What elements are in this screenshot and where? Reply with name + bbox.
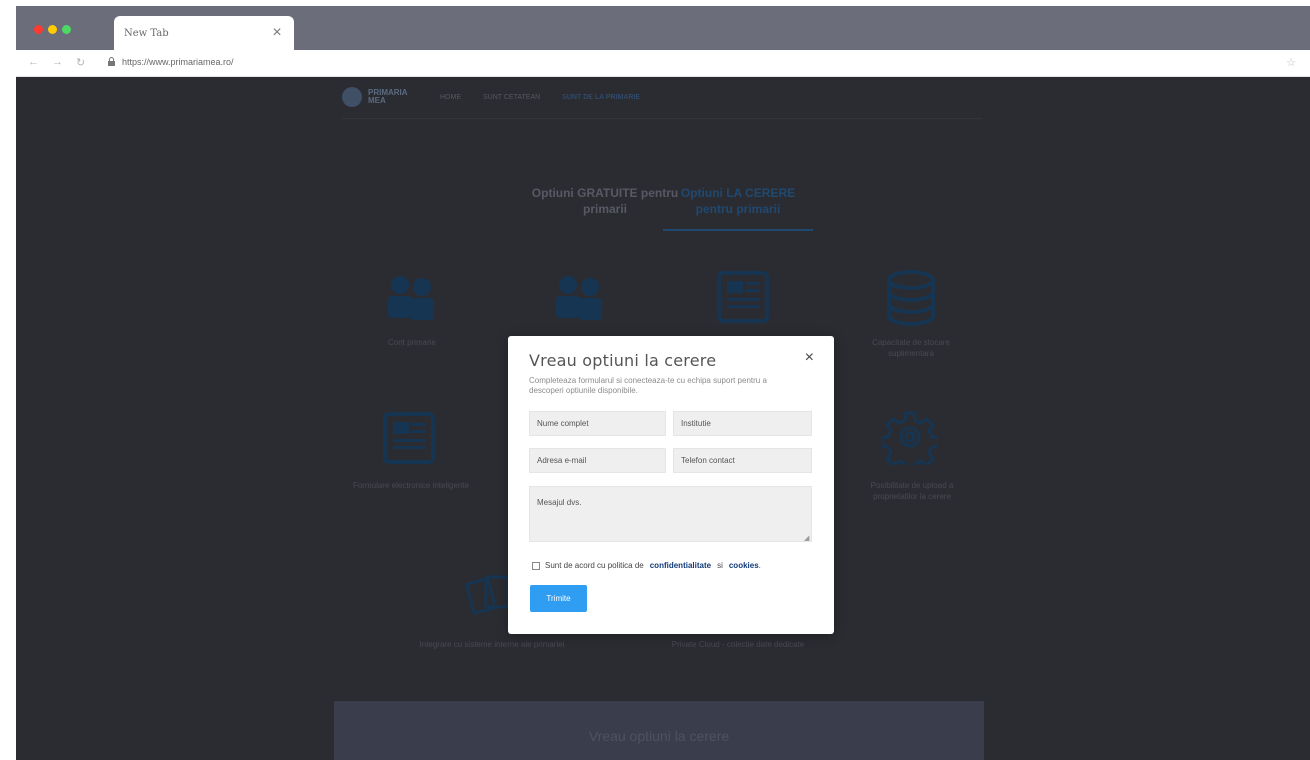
close-window-button[interactable] [34, 25, 43, 34]
submit-button[interactable]: Trimite [530, 585, 587, 612]
close-icon[interactable]: × [805, 349, 814, 367]
consent-and-text: si [717, 561, 723, 570]
url-field[interactable]: https://www.primariamea.ro/ [122, 57, 234, 67]
institution-input[interactable] [673, 411, 812, 436]
devices-icon [466, 575, 510, 615]
feature-label: Private Cloud - colectie date dedicate [671, 640, 805, 649]
users-icon [556, 276, 602, 320]
feature-label: Cont primarie [387, 338, 436, 347]
privacy-policy-link[interactable]: confidentialitate [650, 561, 711, 570]
request-options-modal: Vreau optiuni la cerere × Completeaza fo… [508, 336, 834, 634]
logo-icon[interactable] [342, 87, 362, 107]
cta-banner[interactable]: Vreau optiuni la cerere [334, 701, 984, 760]
modal-title: Vreau optiuni la cerere [529, 351, 717, 370]
minimize-window-button[interactable] [48, 25, 57, 34]
back-icon[interactable]: ← [28, 56, 39, 68]
resize-handle-icon[interactable]: ◢ [804, 534, 809, 542]
nav-divider [342, 118, 982, 119]
name-input[interactable] [529, 411, 666, 436]
consent-suffix: . [758, 561, 761, 570]
gear-icon [882, 411, 938, 465]
bookmark-star-icon[interactable]: ☆ [1286, 56, 1296, 69]
forward-icon[interactable]: → [52, 56, 63, 68]
database-icon [887, 270, 935, 326]
email-input[interactable] [529, 448, 666, 473]
window-controls [34, 25, 71, 34]
consent-checkbox[interactable] [532, 561, 540, 570]
nav-item-home[interactable]: HOME [440, 94, 461, 101]
lock-icon [108, 57, 115, 66]
close-tab-icon[interactable]: × [270, 25, 284, 41]
site-nav: PRIMARIA MEA HOME SUNT CETATEAN SUNT DE … [342, 87, 640, 107]
nav-item-townhall[interactable]: SUNT DE LA PRIMARIE [562, 94, 640, 101]
feature-label: Posibilitate de upload a proprietatilor … [870, 481, 954, 501]
browser-titlebar: New Tab × [16, 6, 1310, 50]
consent-row: Sunt de acord cu politica de confidentia… [532, 561, 761, 570]
cta-text: Vreau optiuni la cerere [588, 728, 730, 744]
newspaper-icon [717, 271, 769, 323]
tab-request-options[interactable]: Optiuni LA CERERE pentru primarii [663, 185, 813, 217]
maximize-window-button[interactable] [62, 25, 71, 34]
users-icon [388, 276, 434, 320]
reload-icon[interactable]: ↻ [76, 56, 85, 69]
phone-input[interactable] [673, 448, 812, 473]
message-textarea[interactable] [529, 486, 812, 542]
cookies-link[interactable]: cookies [729, 561, 759, 570]
logo-text[interactable]: PRIMARIA MEA [368, 89, 418, 105]
feature-label: Formulare electronice inteligente [352, 481, 470, 490]
consent-text: Sunt de acord cu politica de [545, 561, 644, 570]
feature-label: Integrare cu sisteme interne ale primari… [419, 640, 565, 649]
tab-title: New Tab [124, 27, 169, 39]
modal-subtitle: Completeaza formularul si conecteaza-te … [529, 376, 767, 395]
active-tab-indicator [663, 229, 813, 231]
nav-item-citizen[interactable]: SUNT CETATEAN [483, 94, 540, 101]
tab-free-options[interactable]: Optiuni GRATUITE pentru primarii [530, 185, 680, 217]
browser-tab[interactable]: New Tab × [114, 16, 294, 50]
address-bar: ← → ↻ https://www.primariamea.ro/ ☆ [16, 50, 1310, 77]
feature-label: Capacitate de stocare suplimentara [872, 338, 950, 358]
newspaper-icon [383, 412, 435, 464]
